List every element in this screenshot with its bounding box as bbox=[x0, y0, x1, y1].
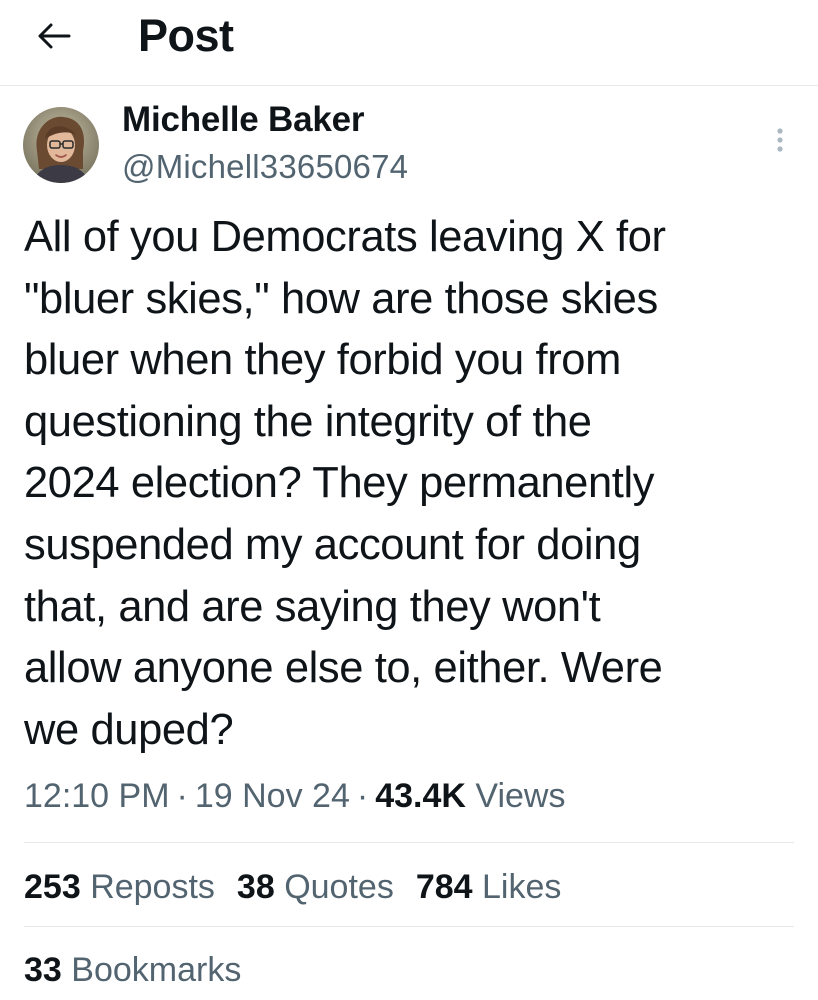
reposts-stat[interactable]: 253 Reposts bbox=[24, 868, 215, 906]
post-text-line: suspended my account for doing bbox=[24, 520, 641, 569]
post-text-line: allow anyone else to, either. Were bbox=[24, 644, 663, 693]
quotes-count: 38 bbox=[236, 868, 275, 906]
engagement-stats: 253 Reposts 38 Quotes 784 Likes bbox=[24, 863, 583, 911]
author-handle[interactable]: @Michell33650674 bbox=[122, 146, 408, 188]
post-time[interactable]: 12:10 PM bbox=[24, 777, 170, 815]
bookmarks-stat[interactable]: 33 Bookmarks bbox=[24, 946, 241, 994]
post-text-line: "bluer skies," how are those skies bbox=[24, 274, 658, 323]
header-divider bbox=[0, 85, 818, 86]
bookmarks-label: Bookmarks bbox=[71, 951, 242, 989]
divider bbox=[24, 926, 794, 927]
bookmarks-count: 33 bbox=[24, 951, 62, 989]
post-text-line: All of you Democrats leaving X for bbox=[24, 213, 666, 261]
quotes-label: Quotes bbox=[284, 868, 394, 906]
divider bbox=[24, 842, 794, 843]
author-name[interactable]: Michelle Baker bbox=[122, 99, 365, 141]
post-text-line: bluer when they forbid you from bbox=[24, 336, 621, 385]
arrow-left-icon bbox=[38, 23, 71, 49]
post-meta: 12:10 PM · 19 Nov 24 · 43.4K Views bbox=[24, 772, 565, 820]
post-page: Post Michelle Baker @Michell33650674 All… bbox=[0, 0, 818, 1000]
reposts-count: 253 bbox=[24, 868, 81, 906]
likes-stat[interactable]: 784 Likes bbox=[416, 868, 562, 906]
likes-label: Likes bbox=[482, 868, 562, 906]
post-text-line: that, and are saying they won't bbox=[24, 582, 601, 631]
post-date[interactable]: 19 Nov 24 bbox=[195, 777, 350, 815]
views-count: 43.4K bbox=[375, 777, 466, 815]
meta-separator: · bbox=[356, 777, 369, 815]
post-text: All of you Democrats leaving X for "blue… bbox=[24, 207, 804, 761]
more-vertical-icon bbox=[777, 128, 783, 152]
reposts-label: Reposts bbox=[90, 868, 215, 906]
post-text-line: 2024 election? They permanently bbox=[24, 459, 655, 508]
post-text-line: we duped? bbox=[24, 705, 234, 754]
likes-count: 784 bbox=[415, 868, 473, 906]
top-bar: Post bbox=[0, 0, 818, 86]
more-options-button[interactable] bbox=[768, 124, 792, 156]
avatar[interactable] bbox=[23, 107, 99, 183]
post-text-line: questioning the integrity of the bbox=[24, 397, 592, 446]
page-title: Post bbox=[138, 10, 234, 61]
views-label: Views bbox=[475, 777, 566, 815]
meta-separator: · bbox=[176, 777, 188, 815]
quotes-stat[interactable]: 38 Quotes bbox=[237, 868, 394, 906]
back-button[interactable] bbox=[30, 16, 78, 56]
user-avatar-icon bbox=[23, 107, 99, 183]
